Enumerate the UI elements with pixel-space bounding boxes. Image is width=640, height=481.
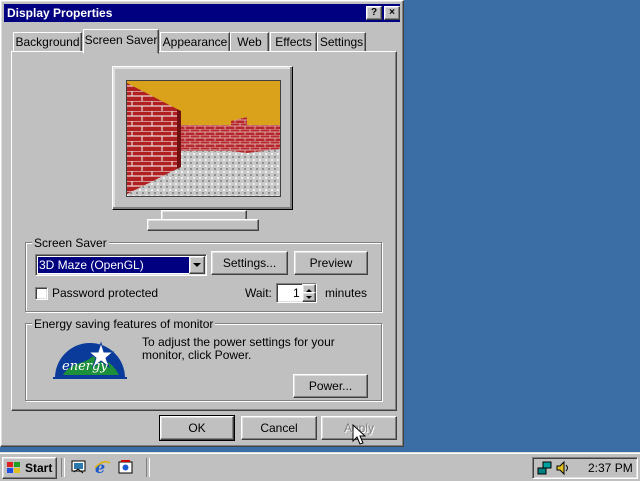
tab-background[interactable]: Background (13, 32, 82, 52)
mouse-cursor-icon (352, 424, 366, 445)
password-label: Password protected (52, 286, 159, 300)
wait-label: Wait: (245, 286, 272, 300)
window-title: Display Properties (7, 6, 113, 20)
system-tray: 2:37 PM (532, 457, 638, 479)
monitor-base (147, 219, 259, 231)
energy-star-logo: energy (53, 341, 127, 379)
start-label: Start (25, 461, 53, 475)
spin-down-button[interactable] (302, 292, 316, 302)
preview-screen (126, 80, 281, 197)
dropdown-button[interactable] (189, 256, 205, 274)
wait-units: minutes (325, 286, 368, 300)
settings-button[interactable]: Settings... (211, 251, 288, 275)
wait-stepper[interactable]: 1 (276, 283, 317, 303)
start-button[interactable]: Start (2, 457, 57, 479)
taskbar: Start e 2:37 PM (0, 452, 640, 481)
tab-screen-saver[interactable]: Screen Saver (83, 29, 159, 54)
internet-explorer-icon[interactable]: e (94, 458, 111, 477)
tab-web[interactable]: Web (230, 32, 269, 52)
screen-saver-select[interactable]: 3D Maze (OpenGL) (35, 254, 207, 276)
taskbar-separator (146, 458, 150, 477)
energy-description: To adjust the power settings for your mo… (142, 335, 335, 362)
desktop-icon[interactable] (70, 459, 87, 475)
cancel-button[interactable]: Cancel (241, 416, 317, 440)
clock: 2:37 PM (588, 461, 633, 475)
title-bar[interactable]: Display Properties ? × (4, 4, 400, 22)
svg-text:energy: energy (62, 359, 108, 374)
display-properties-window: Display Properties ? × Background Screen… (0, 0, 404, 447)
preview-button[interactable]: Preview (294, 251, 368, 275)
close-icon: × (389, 7, 395, 18)
close-button[interactable]: × (384, 6, 400, 20)
taskbar-separator (61, 458, 65, 477)
tab-effects[interactable]: Effects (270, 32, 317, 52)
screen-saver-selected: 3D Maze (OpenGL) (38, 257, 191, 273)
screen-saver-group-label: Screen Saver (32, 236, 109, 250)
help-button[interactable]: ? (366, 6, 382, 20)
volume-icon[interactable] (555, 460, 571, 476)
monitor-preview (112, 66, 293, 210)
power-button[interactable]: Power... (293, 374, 368, 398)
network-icon[interactable] (537, 460, 553, 476)
tab-settings[interactable]: Settings (317, 32, 366, 52)
tab-appearance[interactable]: Appearance (160, 32, 230, 52)
maze-preview-image (127, 81, 280, 196)
ok-button[interactable]: OK (159, 415, 235, 441)
password-checkbox[interactable] (35, 287, 48, 300)
energy-group-label: Energy saving features of monitor (32, 317, 216, 331)
wait-value: 1 (293, 286, 300, 300)
arrow-down-icon (306, 296, 312, 299)
channels-icon[interactable] (117, 459, 134, 475)
windows-logo-icon (7, 462, 20, 473)
monitor-case (112, 66, 293, 210)
chevron-down-icon (193, 263, 201, 267)
